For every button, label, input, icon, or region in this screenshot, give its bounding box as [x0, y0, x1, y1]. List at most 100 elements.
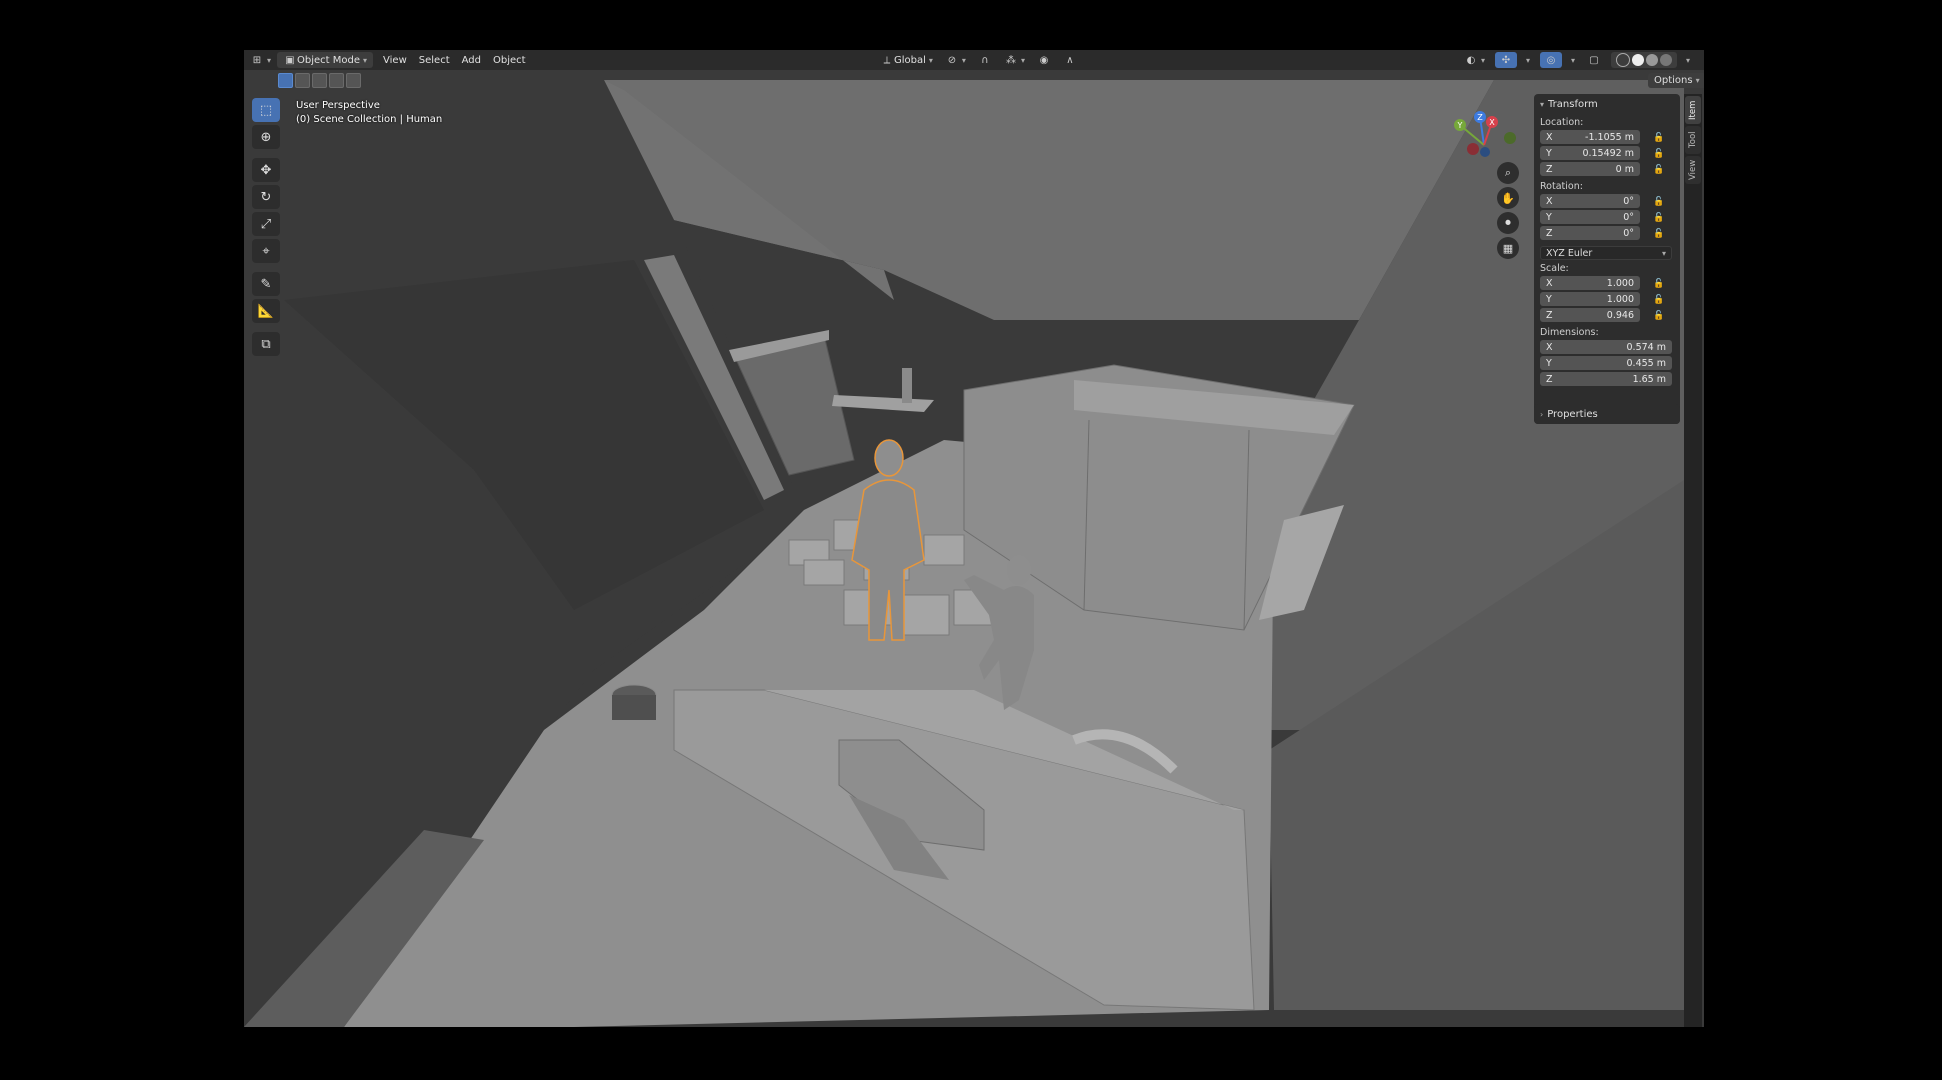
add-cube-icon[interactable]: ⧉ [252, 332, 280, 356]
move-icon[interactable]: ✥ [252, 158, 280, 182]
lock-icon[interactable]: 🔓 [1652, 227, 1666, 241]
gizmo-z-label: Z [1477, 113, 1483, 122]
dimensions-z-field[interactable]: Z 1.65 m [1540, 372, 1672, 386]
measure-icon[interactable]: 📐 [252, 299, 280, 323]
axis-label: Z [1546, 227, 1553, 239]
shading-dropdown[interactable]: ▾ [1677, 52, 1696, 68]
location-x-field[interactable]: X -1.1055 m [1540, 130, 1640, 144]
axis-label: Y [1546, 211, 1552, 223]
pivot-dropdown[interactable]: ⊘ ▾ [939, 52, 972, 68]
rendered-shading-icon[interactable] [1659, 54, 1672, 66]
lock-icon[interactable]: 🔓 [1652, 211, 1666, 225]
3d-viewport[interactable] [244, 50, 1704, 1027]
xray-toggle[interactable]: ▢ [1581, 52, 1607, 68]
rotation-x-field[interactable]: X 0° [1540, 194, 1640, 208]
proportional-edit-toggle[interactable]: ◉ [1031, 52, 1057, 68]
chevron-down-icon: ▾ [1685, 55, 1690, 65]
tab-view[interactable]: View [1685, 156, 1701, 184]
gizmo-x-label: X [1489, 118, 1495, 127]
select-box-icon[interactable]: ⬚ [252, 98, 280, 122]
field-value: 0 m [1615, 163, 1634, 175]
select-new-icon[interactable] [278, 73, 293, 88]
solid-shading-icon[interactable] [1631, 54, 1644, 66]
menu-select[interactable]: Select [413, 52, 456, 68]
menu-view[interactable]: View [377, 52, 413, 68]
tab-item[interactable]: Item [1685, 96, 1701, 124]
rotation-mode-dropdown[interactable]: XYZ Euler ▾ [1540, 246, 1672, 260]
overlay-icon: ◎ [1546, 54, 1556, 66]
axis-label: X [1546, 277, 1553, 289]
field-value: 0° [1623, 195, 1634, 207]
snap-dropdown[interactable]: ⁂ ▾ [998, 52, 1031, 68]
select-intersect-icon[interactable] [346, 73, 361, 88]
chevron-down-icon: ▾ [1020, 55, 1025, 65]
gizmo-dropdown[interactable]: ▾ [1517, 52, 1536, 68]
axis-label: X [1546, 341, 1553, 353]
lock-icon[interactable]: 🔓 [1652, 309, 1666, 323]
visibility-dropdown[interactable]: ◐ ▾ [1458, 52, 1491, 68]
lock-icon[interactable]: 🔓 [1652, 131, 1666, 145]
xray-icon: ▢ [1589, 54, 1599, 66]
overlay-dropdown[interactable]: ▾ [1562, 52, 1581, 68]
tab-tool[interactable]: Tool [1685, 126, 1701, 154]
rotation-z-field[interactable]: Z 0° [1540, 226, 1640, 240]
axis-label: Y [1546, 293, 1552, 305]
dimensions-y-field[interactable]: Y 0.455 m [1540, 356, 1672, 370]
select-extend-icon[interactable] [295, 73, 310, 88]
location-z-field[interactable]: Z 0 m [1540, 162, 1640, 176]
transform-icon[interactable]: ⌖ [252, 239, 280, 263]
axis-label: Y [1546, 147, 1552, 159]
gizmo-neg-z-axis[interactable] [1480, 147, 1490, 157]
lock-icon[interactable]: 🔓 [1652, 163, 1666, 177]
properties-panel-header[interactable]: › Properties [1534, 404, 1680, 424]
select-subtract-icon[interactable] [312, 73, 327, 88]
material-shading-icon[interactable] [1645, 54, 1658, 66]
chevron-down-icon: ▾ [1540, 99, 1545, 109]
lock-icon[interactable]: 🔓 [1652, 293, 1666, 307]
zoom-icon[interactable]: ⌕ [1497, 162, 1519, 184]
mode-dropdown[interactable]: ▣ Object Mode ▾ [277, 52, 374, 68]
camera-icon[interactable]: ⏺ [1497, 212, 1519, 234]
scale-x-field[interactable]: X 1.000 [1540, 276, 1640, 290]
rotate-icon[interactable]: ↻ [252, 185, 280, 209]
field-value: 0.455 m [1626, 357, 1666, 369]
options-dropdown[interactable]: Options ▾ [1648, 73, 1704, 88]
snap-toggle[interactable]: ∩ [972, 52, 998, 68]
location-y-field[interactable]: Y 0.15492 m [1540, 146, 1640, 160]
dimensions-x-field[interactable]: X 0.574 m [1540, 340, 1672, 354]
scale-z-field[interactable]: Z 0.946 [1540, 308, 1640, 322]
scale-icon[interactable]: ⤢ [252, 212, 280, 236]
lock-icon[interactable]: 🔓 [1652, 195, 1666, 209]
pan-hand-icon[interactable]: ✋ [1497, 187, 1519, 209]
grid-projection-icon[interactable]: ▦ [1497, 237, 1519, 259]
annotate-icon[interactable]: ✎ [252, 272, 280, 296]
cursor-icon[interactable]: ⊕ [252, 125, 280, 149]
chevron-down-icon: ▾ [1480, 55, 1485, 65]
shading-buttons [1610, 52, 1677, 68]
snap-grid-icon: ⁂ [1005, 54, 1016, 66]
rotation-y-field[interactable]: Y 0° [1540, 210, 1640, 224]
transform-panel-header[interactable]: ▾ Transform [1534, 94, 1680, 114]
menu-object[interactable]: Object [487, 52, 532, 68]
lock-icon[interactable]: 🔓 [1652, 277, 1666, 291]
gizmo-icon: ✣ [1501, 54, 1511, 66]
overlay-toggle[interactable]: ◎ [1539, 52, 1562, 68]
field-value: 1.65 m [1632, 373, 1666, 385]
gizmo-neg-y-axis[interactable] [1504, 132, 1516, 144]
chevron-down-icon: ▾ [1695, 76, 1700, 85]
lock-icon[interactable]: 🔓 [1652, 147, 1666, 161]
chevron-down-icon: ▾ [928, 55, 933, 65]
falloff-dropdown[interactable]: ∧ [1057, 52, 1083, 68]
orientation-dropdown[interactable]: ⟂ Global ▾ [874, 52, 939, 68]
field-value: 0.574 m [1626, 341, 1666, 353]
axis-label: Z [1546, 373, 1553, 385]
select-difference-icon[interactable] [329, 73, 344, 88]
gizmo-toggle[interactable]: ✣ [1494, 52, 1517, 68]
sidebar-transform-panel: ▾ Transform Location: X -1.1055 m 🔓 Y 0.15… [1534, 94, 1680, 424]
editor-type-button[interactable]: ⊞ ▾ [244, 52, 277, 68]
viewport-info: User Perspective (0) Scene Collection | … [296, 99, 442, 127]
wireframe-shading-icon[interactable] [1615, 53, 1630, 67]
menu-add[interactable]: Add [456, 52, 487, 68]
scale-y-field[interactable]: Y 1.000 [1540, 292, 1640, 306]
gizmo-neg-x-axis[interactable] [1467, 143, 1479, 155]
